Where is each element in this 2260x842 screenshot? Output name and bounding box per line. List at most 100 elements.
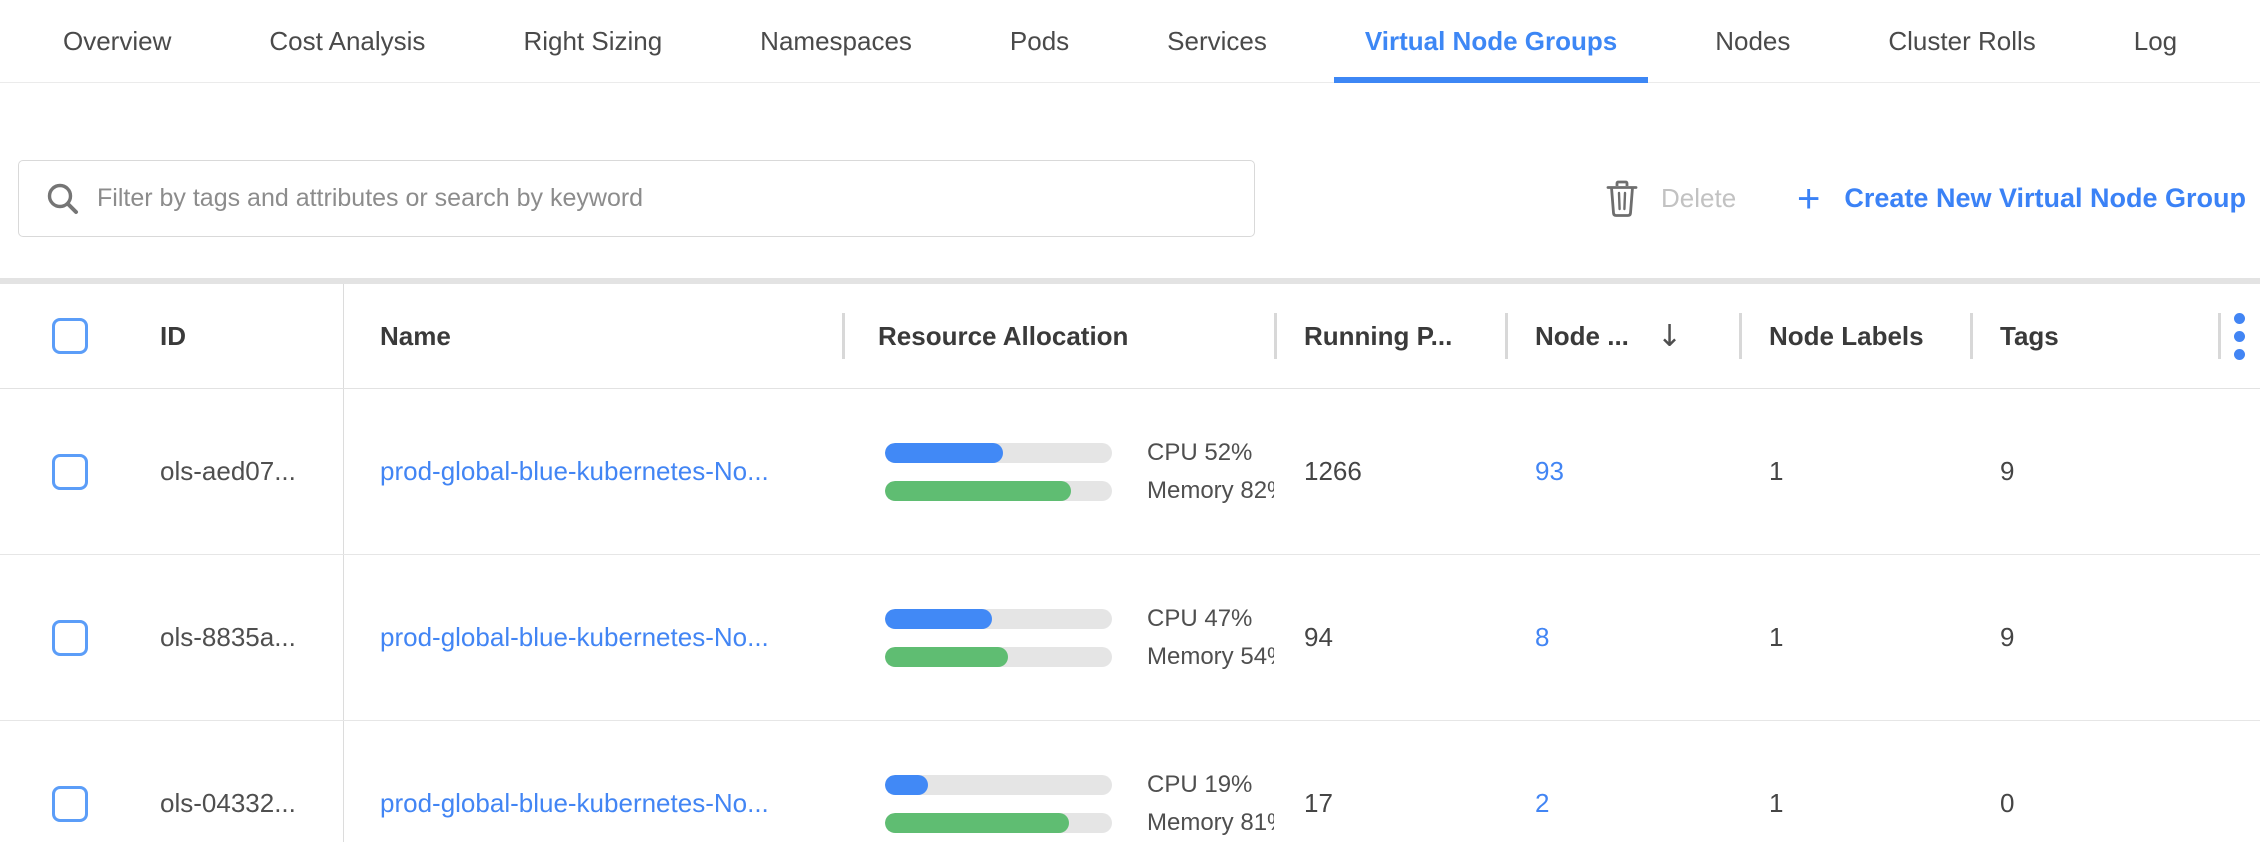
row-checkbox[interactable] xyxy=(52,454,88,490)
cpu-bar-fill xyxy=(885,775,928,795)
memory-bar-fill xyxy=(885,481,1071,501)
cell-nodes: 2 xyxy=(1505,721,1739,842)
cell-id: ols-8835a... xyxy=(0,555,344,720)
header-cell-name: Name xyxy=(344,284,842,388)
row-name-link[interactable]: prod-global-blue-kubernetes-No... xyxy=(380,622,769,653)
tab-services[interactable]: Services xyxy=(1136,0,1298,82)
memory-label: Memory 82% xyxy=(1147,477,1274,505)
cpu-label: CPU 52% xyxy=(1147,439,1252,467)
tab-overview[interactable]: Overview xyxy=(32,0,202,82)
tab-cost-analysis[interactable]: Cost Analysis xyxy=(238,0,456,82)
cell-tags: 0 xyxy=(1970,721,2218,842)
row-checkbox[interactable] xyxy=(52,786,88,822)
cell-running-pods: 17 xyxy=(1274,721,1505,842)
cell-nodes: 8 xyxy=(1505,555,1739,720)
memory-label: Memory 54% xyxy=(1147,643,1274,671)
tab-right-sizing[interactable]: Right Sizing xyxy=(492,0,693,82)
cpu-bar-track xyxy=(885,609,1112,629)
header-cell-tags: Tags xyxy=(1970,284,2218,388)
memory-bar-fill xyxy=(885,647,1008,667)
table-row: ols-04332... prod-global-blue-kubernetes… xyxy=(0,721,2260,842)
cell-resource-allocation: CPU 19% Memory 81% xyxy=(842,721,1274,842)
cell-actions xyxy=(2218,721,2260,842)
sort-descending-icon[interactable]: ↓ xyxy=(1657,319,1682,354)
column-header-nodes[interactable]: Node ... xyxy=(1535,321,1629,352)
cell-actions xyxy=(2218,389,2260,554)
tab-nodes[interactable]: Nodes xyxy=(1684,0,1821,82)
cpu-bar-track xyxy=(885,775,1112,795)
create-button-label: Create New Virtual Node Group xyxy=(1844,183,2246,214)
table-header-row: ID Name Resource Allocation Running P...… xyxy=(0,284,2260,389)
resource-bars: CPU 47% Memory 54% xyxy=(885,609,1274,667)
cell-running-pods: 94 xyxy=(1274,555,1505,720)
memory-bar-track xyxy=(885,481,1112,501)
cell-node-labels: 1 xyxy=(1739,721,1970,842)
row-name-link[interactable]: prod-global-blue-kubernetes-No... xyxy=(380,456,769,487)
column-header-node-labels[interactable]: Node Labels xyxy=(1769,321,1924,352)
create-virtual-node-group-button[interactable]: + Create New Virtual Node Group xyxy=(1797,160,2246,237)
tab-pods[interactable]: Pods xyxy=(979,0,1100,82)
cell-id: ols-aed07... xyxy=(0,389,344,554)
cell-resource-allocation: CPU 52% Memory 82% xyxy=(842,389,1274,554)
row-id: ols-8835a... xyxy=(160,622,296,653)
column-header-running-pods[interactable]: Running P... xyxy=(1304,321,1452,352)
memory-bar-fill xyxy=(885,813,1069,833)
row-id: ols-aed07... xyxy=(160,456,296,487)
tab-virtual-node-groups[interactable]: Virtual Node Groups xyxy=(1334,0,1648,82)
virtual-node-groups-table: ID Name Resource Allocation Running P...… xyxy=(0,284,2260,842)
cell-node-labels: 1 xyxy=(1739,389,1970,554)
memory-bar-track xyxy=(885,813,1112,833)
tab-log[interactable]: Log xyxy=(2103,0,2208,82)
cell-nodes: 93 xyxy=(1505,389,1739,554)
column-header-id[interactable]: ID xyxy=(160,321,186,352)
table-row: ols-8835a... prod-global-blue-kubernetes… xyxy=(0,555,2260,721)
cpu-bar-fill xyxy=(885,443,1003,463)
tab-namespaces[interactable]: Namespaces xyxy=(729,0,943,82)
resource-bars: CPU 52% Memory 82% xyxy=(885,443,1274,501)
cell-resource-allocation: CPU 47% Memory 54% xyxy=(842,555,1274,720)
header-cell-running-pods: Running P... xyxy=(1274,284,1505,388)
cell-name: prod-global-blue-kubernetes-No... xyxy=(344,721,842,842)
filter-search-box xyxy=(18,160,1255,237)
row-checkbox[interactable] xyxy=(52,620,88,656)
cell-name: prod-global-blue-kubernetes-No... xyxy=(344,389,842,554)
plus-icon: + xyxy=(1797,179,1820,219)
cpu-bar-fill xyxy=(885,609,992,629)
header-cell-nodes: Node ... ↓ xyxy=(1505,284,1739,388)
row-name-link[interactable]: prod-global-blue-kubernetes-No... xyxy=(380,788,769,819)
table-row: ols-aed07... prod-global-blue-kubernetes… xyxy=(0,389,2260,555)
cell-name: prod-global-blue-kubernetes-No... xyxy=(344,555,842,720)
nodes-count-link[interactable]: 8 xyxy=(1535,622,1549,653)
cell-id: ols-04332... xyxy=(0,721,344,842)
trash-icon xyxy=(1605,180,1639,218)
cpu-label: CPU 19% xyxy=(1147,771,1252,799)
tab-cluster-rolls[interactable]: Cluster Rolls xyxy=(1857,0,2066,82)
delete-button[interactable]: Delete xyxy=(1605,160,1736,237)
cpu-label: CPU 47% xyxy=(1147,605,1252,633)
delete-button-label: Delete xyxy=(1661,183,1736,214)
column-header-name[interactable]: Name xyxy=(380,321,451,352)
virtual-node-groups-page: Overview Cost Analysis Right Sizing Name… xyxy=(0,0,2260,842)
column-header-tags[interactable]: Tags xyxy=(2000,321,2059,352)
select-all-checkbox[interactable] xyxy=(52,318,88,354)
cell-running-pods: 1266 xyxy=(1274,389,1505,554)
cell-actions xyxy=(2218,555,2260,720)
row-id: ols-04332... xyxy=(160,788,296,819)
memory-label: Memory 81% xyxy=(1147,809,1274,837)
nodes-count-link[interactable]: 2 xyxy=(1535,788,1549,819)
column-settings-menu-icon[interactable] xyxy=(2218,284,2260,388)
top-tab-bar: Overview Cost Analysis Right Sizing Name… xyxy=(0,0,2260,83)
column-header-resource-allocation[interactable]: Resource Allocation xyxy=(878,321,1128,352)
cell-tags: 9 xyxy=(1970,389,2218,554)
header-cell-actions xyxy=(2218,284,2260,388)
nodes-count-link[interactable]: 93 xyxy=(1535,456,1564,487)
cell-tags: 9 xyxy=(1970,555,2218,720)
memory-bar-track xyxy=(885,647,1112,667)
search-icon xyxy=(45,181,81,217)
header-cell-id: ID xyxy=(0,284,344,388)
header-cell-node-labels: Node Labels xyxy=(1739,284,1970,388)
filter-search-input[interactable] xyxy=(97,169,1254,229)
header-cell-resource-allocation: Resource Allocation xyxy=(842,284,1274,388)
resource-bars: CPU 19% Memory 81% xyxy=(885,775,1274,833)
cell-node-labels: 1 xyxy=(1739,555,1970,720)
